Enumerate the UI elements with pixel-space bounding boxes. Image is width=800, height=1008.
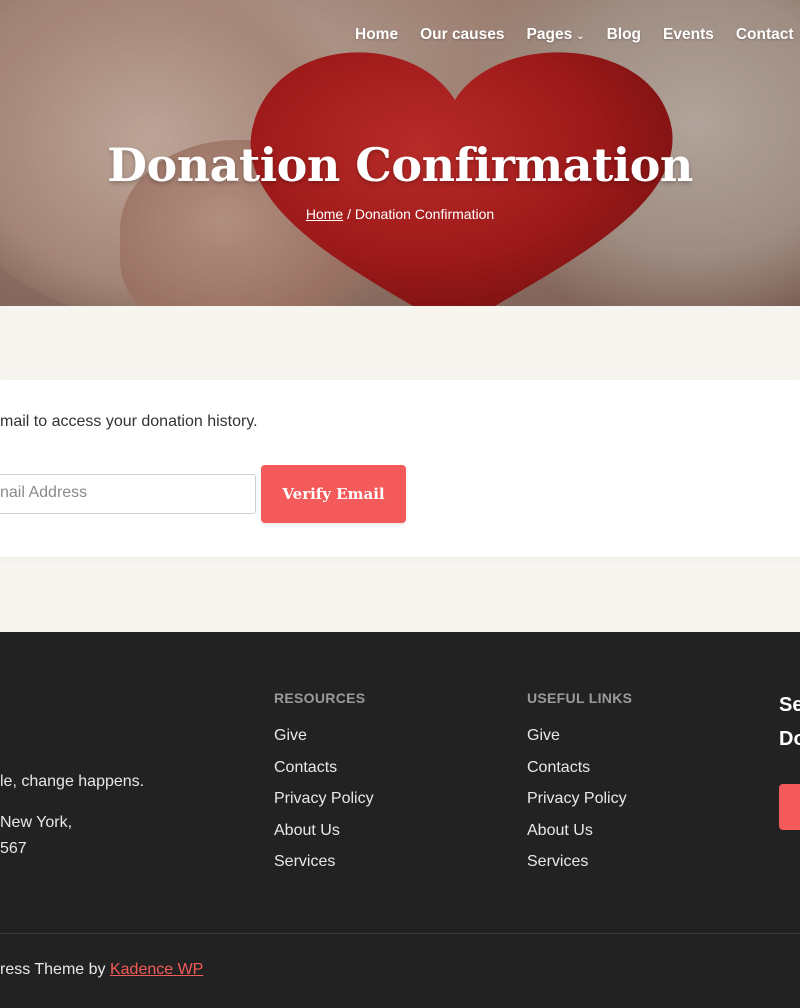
footer-resources-link-give[interactable]: Give [274, 720, 374, 752]
breadcrumb-home-link[interactable]: Home [306, 206, 343, 222]
footer-address-line1: New York, [0, 814, 73, 831]
nav-contact-label: Contact [735, 26, 794, 43]
nav-events[interactable]: Events [663, 26, 714, 44]
verify-email-button[interactable]: Verify Email [261, 465, 406, 523]
nav-blog[interactable]: Blog [607, 26, 641, 44]
footer-resources-link-contacts[interactable]: Contacts [274, 752, 374, 784]
nav-home[interactable]: Home [355, 26, 398, 44]
chevron-down-icon: ⌄ [576, 30, 585, 42]
footer-credit: ress Theme by Kadence WP [0, 961, 203, 979]
footer-resources-link-services[interactable]: Services [274, 846, 374, 878]
footer-resources-title: RESOURCES [274, 690, 366, 706]
nav-pages[interactable]: Pages ⌄ [527, 26, 585, 44]
footer-useful-link-contacts[interactable]: Contacts [527, 752, 632, 784]
breadcrumb-current: Donation Confirmation [354, 206, 495, 222]
footer-credit-text: ress Theme by [0, 961, 110, 978]
kadence-wp-link[interactable]: Kadence WP [110, 961, 203, 978]
email-verification-card: mail to access your donation history. na… [0, 380, 800, 557]
footer-useful-link-about[interactable]: About Us [527, 815, 632, 847]
footer-useful-link-services[interactable]: Services [527, 846, 632, 878]
footer-address-line2: 567 [0, 840, 27, 857]
verification-instructions: mail to access your donation history. [0, 413, 258, 430]
footer-useful-links-column: USEFUL LINKS Give Contacts Privacy Polic… [527, 690, 632, 878]
footer-tagline: le, change happens. [0, 773, 145, 790]
nav-our-causes[interactable]: Our causes [420, 26, 504, 44]
footer-useful-links-title: USEFUL LINKS [527, 690, 633, 706]
footer-useful-link-give[interactable]: Give [527, 720, 632, 752]
footer-cta-button[interactable] [779, 784, 800, 830]
breadcrumb: Home / Donation Confirmation [0, 206, 800, 222]
nav-our-causes-label: Our causes [420, 26, 505, 43]
email-field[interactable] [0, 474, 256, 514]
hero-banner: Home Our causes Pages ⌄ Blog Events Conta… [0, 0, 800, 306]
footer-useful-link-privacy[interactable]: Privacy Policy [527, 783, 632, 815]
site-footer: le, change happens. New York, 567 RESOUR… [0, 632, 800, 1008]
footer-resources-column: RESOURCES Give Contacts Privacy Policy A… [274, 690, 374, 878]
page-title: Donation Confirmation [107, 138, 693, 192]
nav-home-label: Home [355, 26, 399, 43]
footer-cta-heading-line1: Se [779, 694, 800, 716]
nav-events-label: Events [663, 26, 714, 43]
footer-resources-link-about[interactable]: About Us [274, 815, 374, 847]
nav-contact[interactable]: Contact [736, 26, 794, 44]
footer-resources-link-privacy[interactable]: Privacy Policy [274, 783, 374, 815]
main-navigation: Home Our causes Pages ⌄ Blog Events Conta… [355, 26, 794, 44]
nav-blog-label: Blog [606, 26, 642, 43]
breadcrumb-separator: / [343, 206, 355, 222]
nav-pages-label: Pages [526, 26, 573, 43]
footer-divider [0, 933, 800, 934]
footer-cta-heading-line2: Do [779, 728, 800, 750]
